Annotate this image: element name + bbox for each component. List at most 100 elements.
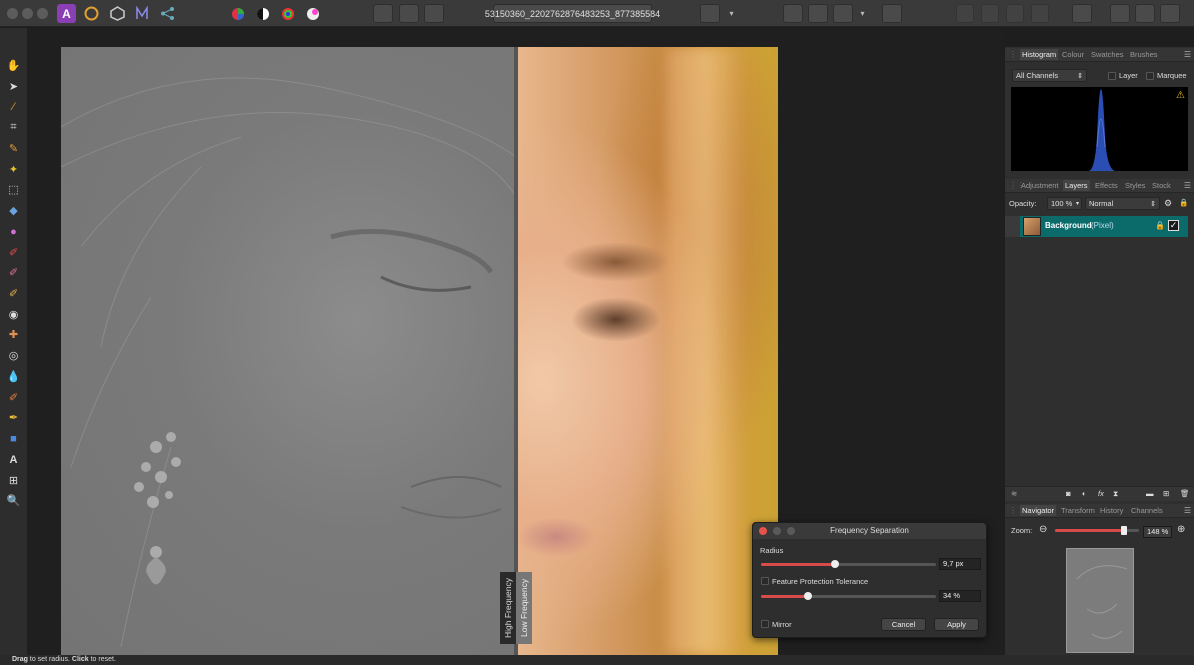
tab-styles[interactable]: Styles <box>1125 181 1145 190</box>
clone-tool-icon[interactable]: ◉ <box>5 307 22 322</box>
radius-value-field[interactable]: 9,7 px <box>939 558 981 570</box>
white-balance-icon[interactable] <box>303 4 322 23</box>
feature-protection-slider-knob[interactable] <box>804 592 813 600</box>
deselect-icon[interactable] <box>399 4 419 23</box>
warning-icon[interactable]: ⚠ <box>1176 90 1185 101</box>
flood-fill-icon[interactable]: ◆ <box>5 203 22 218</box>
lock-icon[interactable]: 🔒 <box>1179 198 1188 207</box>
quick-mask-icon[interactable] <box>700 4 720 23</box>
affinity-photo-icon[interactable]: A <box>57 4 76 23</box>
tab-adjustment[interactable]: Adjustment <box>1021 181 1059 190</box>
hsl-icon[interactable] <box>278 4 297 23</box>
brush-toggle-icon[interactable] <box>882 4 902 23</box>
tab-stock[interactable]: Stock <box>1152 181 1171 190</box>
rectangle-tool-icon[interactable]: ■ <box>5 431 22 446</box>
chevron-down-icon[interactable]: ▾ <box>722 4 741 23</box>
tab-channels[interactable]: Channels <box>1131 506 1163 515</box>
feature-protection-slider[interactable] <box>761 592 936 600</box>
panel-menu-icon[interactable]: ☰ <box>1184 50 1191 59</box>
dialog-minimize-button[interactable] <box>773 527 781 535</box>
folder-icon[interactable]: ▬ <box>1146 489 1154 498</box>
magnet-icon[interactable] <box>833 4 853 23</box>
layer-checkbox[interactable] <box>1108 72 1116 80</box>
apply-button[interactable]: Apply <box>934 618 979 631</box>
color-picker-tool-icon[interactable]: ⁄ <box>5 99 22 114</box>
paint-brush-icon[interactable]: ✐ <box>5 245 22 260</box>
move-tool-icon[interactable]: ➤ <box>5 79 22 94</box>
marquee-tool-icon[interactable]: ⬚ <box>5 182 22 197</box>
tab-layers[interactable]: Layers <box>1063 180 1090 191</box>
align-icon[interactable] <box>1072 4 1092 23</box>
high-frequency-layer-view[interactable] <box>61 47 516 655</box>
navigator-preview[interactable] <box>1066 548 1134 653</box>
opacity-select[interactable]: 100 % ▾ <box>1047 197 1082 210</box>
layer-visibility-checkbox[interactable]: ✓ <box>1168 220 1179 231</box>
radius-slider-knob[interactable] <box>830 560 839 568</box>
arrange-back-icon[interactable] <box>956 4 974 23</box>
panel-menu-icon[interactable]: ☰ <box>1184 181 1191 190</box>
mesh-warp-icon[interactable]: ⊞ <box>5 473 22 488</box>
gear-icon[interactable]: ⚙ <box>1164 198 1172 209</box>
tab-swatches[interactable]: Swatches <box>1091 50 1124 59</box>
dodge-tool-icon[interactable]: ✐ <box>5 286 22 301</box>
fx-icon[interactable]: fx <box>1098 489 1104 498</box>
hand-tool-icon[interactable]: ✋ <box>5 58 22 73</box>
export-persona-icon[interactable] <box>158 4 177 23</box>
zoom-slider[interactable] <box>1055 526 1139 535</box>
magic-wand-icon[interactable]: ✦ <box>5 162 22 177</box>
tab-history[interactable]: History <box>1100 506 1123 515</box>
add-pixel-layer-icon[interactable]: ⊞ <box>1163 489 1169 498</box>
tab-colour[interactable]: Colour <box>1062 50 1084 59</box>
mirror-checkbox[interactable] <box>761 620 769 628</box>
crop-tool-icon[interactable]: ⌗ <box>5 120 22 135</box>
snapping-icon[interactable] <box>783 4 803 23</box>
panel-menu-icon[interactable]: ☰ <box>1184 506 1191 515</box>
tab-brushes[interactable]: Brushes <box>1130 50 1158 59</box>
tab-navigator[interactable]: Navigator <box>1020 505 1057 516</box>
zoom-in-icon[interactable]: ⊕ <box>1177 524 1185 535</box>
boolean-intersect-icon[interactable] <box>1160 4 1180 23</box>
minimize-window-button[interactable] <box>22 8 33 19</box>
adjustment-icon[interactable]: ◐ <box>1082 489 1087 498</box>
split-view-divider[interactable] <box>514 47 518 655</box>
healing-tool-icon[interactable]: ✚ <box>5 327 22 342</box>
zoom-value[interactable]: 148 % <box>1143 526 1172 538</box>
feature-protection-value-field[interactable]: 34 % <box>939 590 981 602</box>
assistant-icon[interactable] <box>808 4 828 23</box>
blur-brush-icon[interactable]: 💧 <box>5 369 22 384</box>
smudge-tool-icon[interactable]: ✐ <box>5 390 22 405</box>
black-white-icon[interactable] <box>253 4 272 23</box>
arrange-backward-icon[interactable] <box>981 4 999 23</box>
develop-persona-icon[interactable] <box>108 4 127 23</box>
gradient-tool-icon[interactable]: ● <box>5 224 22 239</box>
zoom-slider-knob[interactable] <box>1120 526 1127 535</box>
dialog-close-button[interactable] <box>759 527 767 535</box>
tab-effects[interactable]: Effects <box>1095 181 1118 190</box>
blend-mode-select[interactable]: Normal ⇕ <box>1085 197 1160 210</box>
layer-lock-icon[interactable]: 🔒 <box>1155 221 1165 230</box>
layer-row-background[interactable]: Background (Pixel) 🔒 ✓ <box>1005 216 1188 237</box>
cancel-button[interactable]: Cancel <box>881 618 926 631</box>
liquify-persona-icon[interactable] <box>82 4 101 23</box>
marquee-selection-icon[interactable] <box>373 4 393 23</box>
marquee-checkbox[interactable] <box>1146 72 1154 80</box>
arrange-forward-icon[interactable] <box>1006 4 1024 23</box>
feature-protection-checkbox[interactable] <box>761 577 769 585</box>
radius-slider[interactable] <box>761 560 936 568</box>
mask-icon[interactable]: ◙ <box>1066 489 1071 498</box>
text-tool-icon[interactable]: A <box>5 452 22 467</box>
levels-icon[interactable] <box>228 4 247 23</box>
invert-selection-icon[interactable] <box>424 4 444 23</box>
zoom-tool-icon[interactable]: 🔍 <box>5 493 22 508</box>
close-window-button[interactable] <box>7 8 18 19</box>
red-eye-tool-icon[interactable]: ◎ <box>5 348 22 363</box>
channel-select[interactable]: All Channels ⇕ <box>1012 69 1087 82</box>
pen-tool-icon[interactable]: ✒ <box>5 410 22 425</box>
zoom-window-button[interactable] <box>37 8 48 19</box>
selection-brush-icon[interactable]: ✎ <box>5 141 22 156</box>
arrange-front-icon[interactable] <box>1031 4 1049 23</box>
color-replacement-icon[interactable]: ✐ <box>5 265 22 280</box>
dialog-zoom-button[interactable] <box>787 527 795 535</box>
trash-icon[interactable]: 🗑 <box>1180 489 1190 498</box>
layers-stack-icon[interactable]: ≋ <box>1011 489 1017 498</box>
